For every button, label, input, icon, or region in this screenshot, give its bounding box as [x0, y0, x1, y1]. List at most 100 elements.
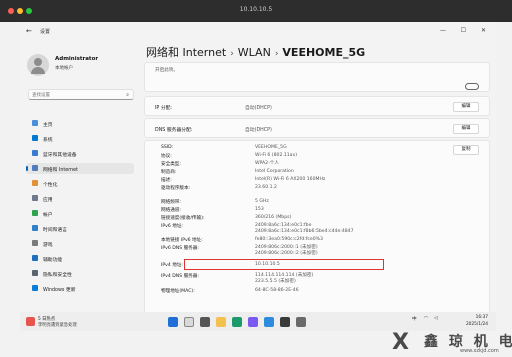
- search-icon[interactable]: [184, 317, 194, 327]
- sidebar-item-privacy[interactable]: 隐私和安全性: [26, 268, 134, 279]
- sidebar-item-home[interactable]: 主页: [26, 118, 134, 129]
- property-value: 2409:806c:2000::1 (未加密) 2409:806c:2000::…: [255, 245, 318, 256]
- language-indicator[interactable]: 中: [412, 316, 417, 322]
- breadcrumb-network[interactable]: 网络和 Internet: [146, 46, 226, 59]
- property-value: Intel(R) Wi-Fi 6 AX200 160MHz: [255, 177, 326, 182]
- wifi-tray-icon[interactable]: ◠: [424, 316, 428, 321]
- clock[interactable]: 16:37 2025/1/24: [466, 314, 488, 328]
- sidebar-item-label: 蓝牙和其他设备: [43, 152, 77, 158]
- sidebar-item-gaming[interactable]: 游戏: [26, 238, 134, 249]
- chevron-right-icon: ›: [230, 49, 234, 59]
- clock-time: 16:37: [475, 315, 488, 320]
- property-label: IPv6 地址:: [161, 224, 183, 229]
- ipv4-address-label: IPv4 地址:: [161, 263, 183, 268]
- shield-icon: [32, 270, 38, 276]
- brush-icon: [32, 180, 38, 186]
- sidebar-item-label: 个性化: [43, 182, 58, 188]
- sidebar-item-label: 时间和语言: [43, 227, 67, 233]
- news-headline: 李明亮遭到紧急处理: [38, 323, 77, 328]
- sidebar-item-label: 隐私和安全性: [43, 272, 72, 278]
- sidebar-item-system[interactable]: 系统: [26, 133, 134, 144]
- user-name: Administrator: [55, 56, 99, 62]
- sidebar-item-personalization[interactable]: 个性化: [26, 178, 134, 189]
- property-label: 链接速度(接收/传输):: [161, 216, 205, 221]
- main-content: 网络和 Internet › WLAN › VEEHOME_5G 开启此项。 IP 分配…: [138, 40, 496, 328]
- search-input[interactable]: [32, 91, 120, 99]
- property-label: 协议:: [161, 154, 172, 159]
- property-label: 物理地址(MAC):: [161, 289, 195, 294]
- maximize-icon[interactable]: ☐: [461, 27, 466, 34]
- property-value: WPA2-个人: [255, 161, 279, 166]
- dns-assignment-card: DNS 服务器分配: 自动(DHCP) 编辑: [144, 118, 490, 138]
- search-box[interactable]: ⌕: [28, 89, 134, 100]
- app-title: 设置: [40, 29, 51, 35]
- property-value: Wi-Fi 6 (802.11ax): [255, 153, 297, 158]
- sidebar-item-label: 主页: [43, 122, 53, 128]
- sidebar-item-label: 应用: [43, 197, 53, 203]
- store-icon[interactable]: [248, 317, 258, 327]
- sidebar-item-windows-update[interactable]: Windows 更新: [26, 283, 134, 294]
- remote-session-bar: 10.10.10.5: [0, 0, 512, 22]
- property-value: 2409:8a6c:134:e0c1:fbe 2409:8a6c:134:e0c…: [255, 223, 354, 234]
- sidebar-item-label: 网络和 Internet: [43, 167, 78, 173]
- news-icon: [26, 317, 35, 326]
- avatar-body-icon: [31, 67, 45, 74]
- globe-icon: [32, 225, 38, 231]
- property-value: 5 GHz: [255, 199, 269, 204]
- volume-icon[interactable]: ◁: [434, 316, 438, 321]
- property-label: IPv4 DNS 服务器:: [161, 274, 199, 279]
- avatar[interactable]: [27, 54, 49, 76]
- avatar-head-icon: [34, 58, 42, 66]
- sidebar-item-network[interactable]: 网络和 Internet: [26, 163, 134, 174]
- sidebar-item-apps[interactable]: 应用: [26, 193, 134, 204]
- property-label: 驱动程序版本:: [161, 186, 191, 191]
- dns-assignment-label: DNS 服务器分配:: [155, 128, 193, 133]
- mail-icon[interactable]: [264, 317, 274, 327]
- settings-icon[interactable]: [296, 317, 306, 327]
- terminal-icon[interactable]: [280, 317, 290, 327]
- property-value: 360/216 (Mbps): [255, 215, 292, 220]
- sidebar-item-bluetooth[interactable]: 蓝牙和其他设备: [26, 148, 134, 159]
- sidebar: Administrator 本地帐户 ⌕ 主页 系统 蓝牙和其他设备 网络和 I…: [20, 40, 138, 328]
- property-label: 描述:: [161, 178, 172, 183]
- home-icon: [32, 120, 38, 126]
- watermark-logo: X 鑫 琼 机 电 www.xzkjd.com: [390, 328, 512, 357]
- file-explorer-icon[interactable]: [216, 317, 226, 327]
- ip-assignment-label: IP 分配:: [155, 106, 173, 111]
- edge-icon[interactable]: [232, 317, 242, 327]
- metered-toggle[interactable]: [465, 83, 479, 90]
- property-label: 网络频带:: [161, 200, 181, 205]
- user-role: 本地帐户: [55, 66, 73, 71]
- accessibility-icon: [32, 255, 38, 261]
- task-view-icon[interactable]: [200, 317, 210, 327]
- close-icon[interactable]: ✕: [481, 27, 486, 34]
- title-bar: ← 设置 — ☐ ✕: [20, 22, 496, 40]
- ip-assignment-card: IP 分配: 自动(DHCP) 编辑: [144, 96, 490, 116]
- property-value: 153: [255, 207, 264, 212]
- properties-card: 复制 SSID: VEEHOME_5G 协议: Wi-Fi 6 (802.11a…: [144, 140, 490, 326]
- search-icon[interactable]: ⌕: [126, 92, 129, 98]
- property-value: 114.114.114.114 (未加密) 223.5.5.5 (未加密): [255, 273, 314, 284]
- sidebar-item-time-language[interactable]: 时间和语言: [26, 223, 134, 234]
- metered-card: 开启此项。: [144, 62, 490, 92]
- sidebar-item-label: 游戏: [43, 242, 53, 248]
- sidebar-item-label: 辅助功能: [43, 257, 63, 263]
- update-icon: [32, 285, 38, 291]
- start-icon[interactable]: [168, 317, 178, 327]
- sidebar-item-label: 帐户: [43, 212, 53, 218]
- breadcrumb-wlan[interactable]: WLAN: [238, 46, 271, 59]
- edit-ip-button[interactable]: 编辑: [453, 102, 479, 112]
- sidebar-item-accessibility[interactable]: 辅助功能: [26, 253, 134, 264]
- back-arrow-icon[interactable]: ←: [26, 27, 32, 35]
- sidebar-item-label: 系统: [43, 137, 53, 143]
- property-label: 制造商:: [161, 170, 177, 175]
- wifi-icon: [32, 165, 38, 171]
- gamepad-icon: [32, 240, 38, 246]
- edit-dns-button[interactable]: 编辑: [453, 124, 479, 134]
- property-label: 安全类型:: [161, 162, 181, 167]
- copy-button[interactable]: 复制: [453, 145, 479, 155]
- sidebar-item-accounts[interactable]: 帐户: [26, 208, 134, 219]
- minimize-icon[interactable]: —: [440, 27, 446, 34]
- sidebar-item-label: Windows 更新: [43, 287, 76, 293]
- property-label: 本地链接 IPv6 地址:: [161, 238, 203, 243]
